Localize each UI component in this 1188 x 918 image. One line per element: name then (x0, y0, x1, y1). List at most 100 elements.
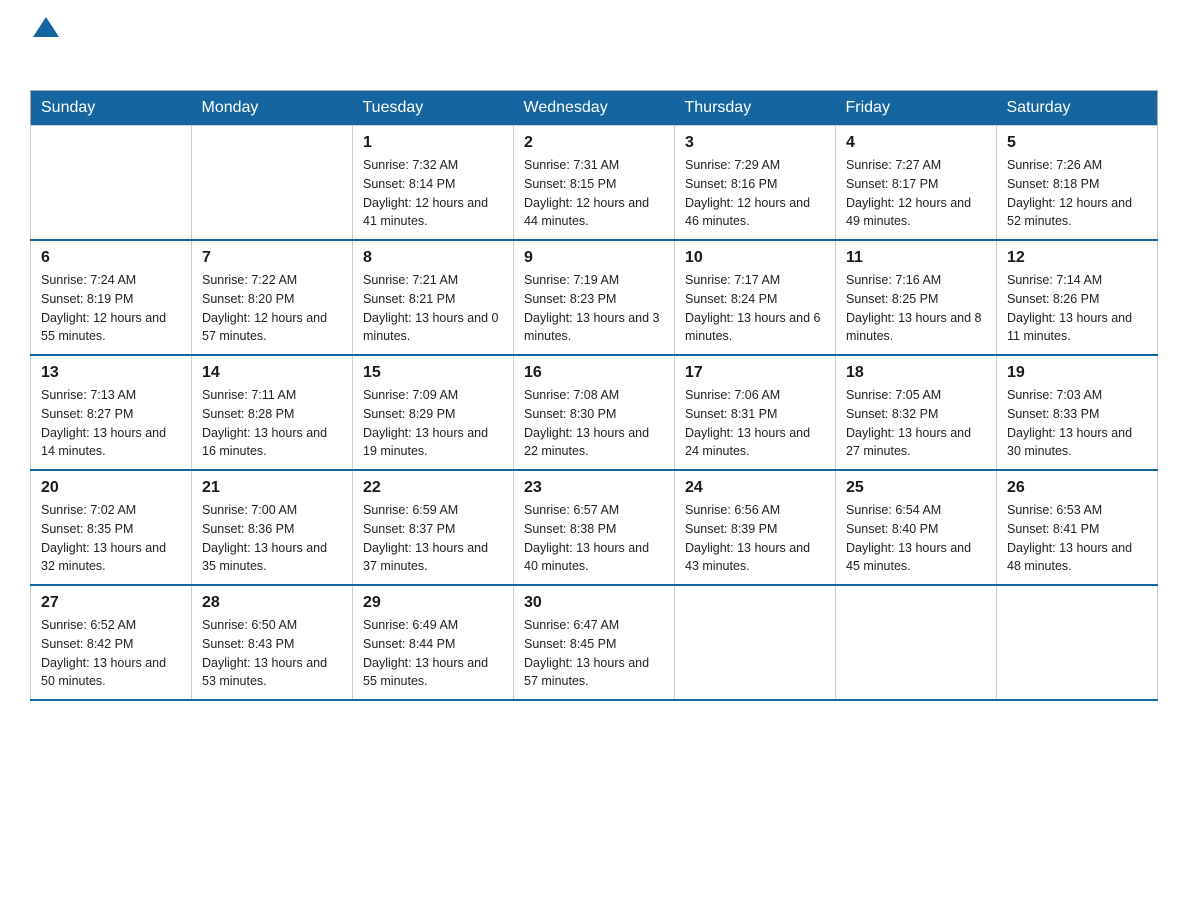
day-number: 1 (363, 134, 503, 152)
calendar-cell: 4Sunrise: 7:27 AMSunset: 8:17 PMDaylight… (836, 126, 997, 241)
day-info: Sunrise: 7:09 AMSunset: 8:29 PMDaylight:… (363, 386, 503, 461)
day-number: 12 (1007, 249, 1147, 267)
day-number: 3 (685, 134, 825, 152)
day-number: 18 (846, 364, 986, 382)
calendar-cell: 18Sunrise: 7:05 AMSunset: 8:32 PMDayligh… (836, 355, 997, 470)
day-info: Sunrise: 7:19 AMSunset: 8:23 PMDaylight:… (524, 271, 664, 346)
calendar-cell: 8Sunrise: 7:21 AMSunset: 8:21 PMDaylight… (353, 240, 514, 355)
calendar-day-header: Saturday (997, 91, 1158, 126)
calendar-week-row: 1 Sunrise: 7:32 AMSunset: 8:14 PMDaylight… (31, 126, 1158, 241)
day-info: Sunrise: 7:32 AMSunset: 8:14 PMDaylight:… (363, 156, 503, 231)
day-info: Sunrise: 7:16 AMSunset: 8:25 PMDaylight:… (846, 271, 986, 346)
calendar-cell: 16 Sunrise: 7:08 AMSunset: 8:30 PMDayligh… (514, 355, 675, 470)
calendar-cell (836, 585, 997, 700)
calendar-week-row: 6 Sunrise: 7:24 AMSunset: 8:19 PMDaylight… (31, 240, 1158, 355)
day-number: 8 (363, 249, 503, 267)
day-info: Sunrise: 6:53 AMSunset: 8:41 PMDaylight:… (1007, 501, 1147, 576)
day-info: Sunrise: 7:00 AMSunset: 8:36 PMDaylight:… (202, 501, 342, 576)
day-info: Sunrise: 7:24 AMSunset: 8:19 PMDaylight:… (41, 271, 181, 346)
calendar-cell: 6 Sunrise: 7:24 AMSunset: 8:19 PMDaylight… (31, 240, 192, 355)
day-info: Sunrise: 7:27 AMSunset: 8:17 PMDaylight:… (846, 156, 986, 231)
calendar-cell (192, 126, 353, 241)
day-info: Sunrise: 6:47 AMSunset: 8:45 PMDaylight:… (524, 616, 664, 691)
calendar-cell: 30 Sunrise: 6:47 AMSunset: 8:45 PMDayligh… (514, 585, 675, 700)
day-info: Sunrise: 7:08 AMSunset: 8:30 PMDaylight:… (524, 386, 664, 461)
day-info: Sunrise: 7:02 AMSunset: 8:35 PMDaylight:… (41, 501, 181, 576)
day-number: 23 (524, 479, 664, 497)
calendar-day-header: Thursday (675, 91, 836, 126)
day-info: Sunrise: 6:57 AMSunset: 8:38 PMDaylight:… (524, 501, 664, 576)
day-info: Sunrise: 6:56 AMSunset: 8:39 PMDaylight:… (685, 501, 825, 576)
calendar-cell (31, 126, 192, 241)
day-info: Sunrise: 7:14 AMSunset: 8:26 PMDaylight:… (1007, 271, 1147, 346)
day-number: 30 (524, 594, 664, 612)
calendar-cell: 22 Sunrise: 6:59 AMSunset: 8:37 PMDayligh… (353, 470, 514, 585)
day-info: Sunrise: 7:11 AMSunset: 8:28 PMDaylight:… (202, 386, 342, 461)
day-number: 11 (846, 249, 986, 267)
calendar-cell: 11 Sunrise: 7:16 AMSunset: 8:25 PMDayligh… (836, 240, 997, 355)
day-info: Sunrise: 6:50 AMSunset: 8:43 PMDaylight:… (202, 616, 342, 691)
calendar-cell: 27Sunrise: 6:52 AMSunset: 8:42 PMDayligh… (31, 585, 192, 700)
day-number: 17 (685, 364, 825, 382)
page-header (30, 20, 1158, 74)
calendar-cell: 2 Sunrise: 7:31 AMSunset: 8:15 PMDaylight… (514, 126, 675, 241)
day-info: Sunrise: 7:03 AMSunset: 8:33 PMDaylight:… (1007, 386, 1147, 461)
day-number: 15 (363, 364, 503, 382)
calendar-cell: 15 Sunrise: 7:09 AMSunset: 8:29 PMDayligh… (353, 355, 514, 470)
calendar-day-header: Wednesday (514, 91, 675, 126)
calendar-cell: 29 Sunrise: 6:49 AMSunset: 8:44 PMDayligh… (353, 585, 514, 700)
calendar-cell: 17Sunrise: 7:06 AMSunset: 8:31 PMDayligh… (675, 355, 836, 470)
day-number: 16 (524, 364, 664, 382)
day-number: 21 (202, 479, 342, 497)
calendar-day-header: Sunday (31, 91, 192, 126)
logo-triangle-icon (33, 17, 59, 37)
day-number: 26 (1007, 479, 1147, 497)
calendar-week-row: 13 Sunrise: 7:13 AMSunset: 8:27 PMDayligh… (31, 355, 1158, 470)
calendar-cell: 26 Sunrise: 6:53 AMSunset: 8:41 PMDayligh… (997, 470, 1158, 585)
calendar-cell: 20 Sunrise: 7:02 AMSunset: 8:35 PMDayligh… (31, 470, 192, 585)
day-number: 2 (524, 134, 664, 152)
day-number: 25 (846, 479, 986, 497)
day-number: 29 (363, 594, 503, 612)
day-number: 28 (202, 594, 342, 612)
calendar-week-row: 20 Sunrise: 7:02 AMSunset: 8:35 PMDayligh… (31, 470, 1158, 585)
day-info: Sunrise: 6:59 AMSunset: 8:37 PMDaylight:… (363, 501, 503, 576)
day-info: Sunrise: 6:52 AMSunset: 8:42 PMDaylight:… (41, 616, 181, 691)
day-info: Sunrise: 7:13 AMSunset: 8:27 PMDaylight:… (41, 386, 181, 461)
day-number: 7 (202, 249, 342, 267)
calendar-cell: 19Sunrise: 7:03 AMSunset: 8:33 PMDayligh… (997, 355, 1158, 470)
calendar-cell: 12 Sunrise: 7:14 AMSunset: 8:26 PMDayligh… (997, 240, 1158, 355)
logo (30, 20, 59, 74)
calendar-cell (675, 585, 836, 700)
calendar-cell: 7 Sunrise: 7:22 AMSunset: 8:20 PMDaylight… (192, 240, 353, 355)
day-number: 22 (363, 479, 503, 497)
calendar-cell: 14 Sunrise: 7:11 AMSunset: 8:28 PMDayligh… (192, 355, 353, 470)
logo-blue-text (30, 40, 32, 73)
calendar-header-row: SundayMondayTuesdayWednesdayThursdayFrid… (31, 91, 1158, 126)
day-info: Sunrise: 7:29 AMSunset: 8:16 PMDaylight:… (685, 156, 825, 231)
day-number: 24 (685, 479, 825, 497)
calendar-day-header: Tuesday (353, 91, 514, 126)
day-info: Sunrise: 6:54 AMSunset: 8:40 PMDaylight:… (846, 501, 986, 576)
calendar-day-header: Monday (192, 91, 353, 126)
day-info: Sunrise: 6:49 AMSunset: 8:44 PMDaylight:… (363, 616, 503, 691)
day-number: 9 (524, 249, 664, 267)
calendar-cell (997, 585, 1158, 700)
calendar-cell: 9 Sunrise: 7:19 AMSunset: 8:23 PMDaylight… (514, 240, 675, 355)
calendar-cell: 5Sunrise: 7:26 AMSunset: 8:18 PMDaylight… (997, 126, 1158, 241)
calendar-day-header: Friday (836, 91, 997, 126)
day-info: Sunrise: 7:26 AMSunset: 8:18 PMDaylight:… (1007, 156, 1147, 231)
day-number: 13 (41, 364, 181, 382)
calendar-cell: 21 Sunrise: 7:00 AMSunset: 8:36 PMDayligh… (192, 470, 353, 585)
calendar-table: SundayMondayTuesdayWednesdayThursdayFrid… (30, 90, 1158, 701)
day-info: Sunrise: 7:31 AMSunset: 8:15 PMDaylight:… (524, 156, 664, 231)
calendar-cell: 23 Sunrise: 6:57 AMSunset: 8:38 PMDayligh… (514, 470, 675, 585)
day-info: Sunrise: 7:17 AMSunset: 8:24 PMDaylight:… (685, 271, 825, 346)
day-number: 10 (685, 249, 825, 267)
calendar-cell: 3 Sunrise: 7:29 AMSunset: 8:16 PMDaylight… (675, 126, 836, 241)
day-info: Sunrise: 7:22 AMSunset: 8:20 PMDaylight:… (202, 271, 342, 346)
day-number: 20 (41, 479, 181, 497)
day-number: 6 (41, 249, 181, 267)
calendar-cell: 10 Sunrise: 7:17 AMSunset: 8:24 PMDayligh… (675, 240, 836, 355)
day-number: 14 (202, 364, 342, 382)
